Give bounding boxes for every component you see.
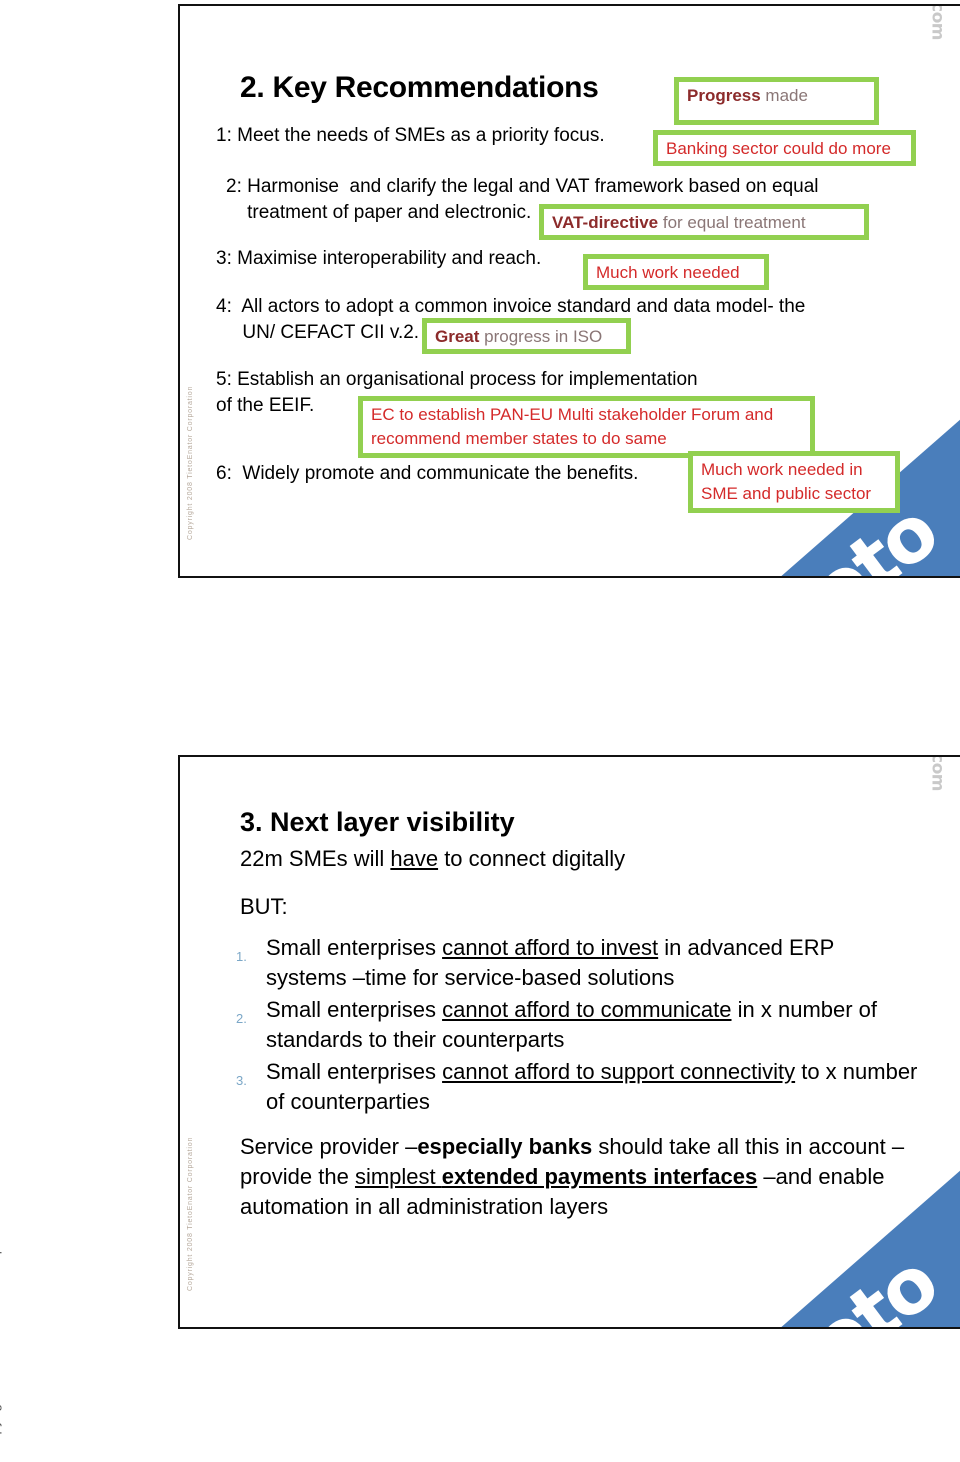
closing-underline-simplest: simplest	[354, 1164, 442, 1189]
list-item-number: 2.	[236, 1011, 247, 1026]
slide-key-recommendations: tieto tieto.com Copyright 2008 TietoEnat…	[178, 4, 960, 578]
callout-ec-forum: EC to establish PAN-EU Multi stakeholder…	[358, 396, 815, 458]
callout-banking-sector: Banking sector could do more	[653, 130, 916, 166]
list-item-pre: Small enterprises	[266, 1059, 443, 1084]
slide2-title: 3. Next layer visibility	[240, 807, 515, 837]
page-copyright-vertical: Copyright 2008 TietoEnator Corporation	[0, 1203, 2, 1452]
callout-iso-strong: Great	[435, 327, 480, 346]
list-item-number: 1.	[236, 949, 247, 964]
callout-much-work-needed: Much work needed	[583, 254, 769, 290]
list-item: 2. Small enterprises cannot afford to com…	[230, 995, 920, 1055]
recommendation-6: 6: Widely promote and communicate the be…	[216, 463, 639, 484]
callout-vat-soft: for equal treatment	[658, 213, 806, 232]
closing-bold-banks: especially banks	[417, 1134, 593, 1159]
slide-next-layer-visibility: tieto tieto.com Copyright 2008 TietoEnat…	[178, 755, 960, 1329]
list-item: 3. Small enterprises cannot afford to sup…	[230, 1057, 920, 1117]
slide2-numbered-list: 1. Small enterprises cannot afford to inv…	[230, 933, 920, 1119]
subtitle-underlined: have	[390, 846, 439, 871]
list-item-underline: cannot afford to support connectivity	[442, 1059, 796, 1084]
list-item-pre: Small enterprises	[266, 935, 443, 960]
callout-progress-strong: Progress	[687, 86, 761, 105]
callout-sme-public-sector: Much work needed in SME and public secto…	[688, 451, 900, 513]
callout-progress-soft: made	[760, 86, 808, 105]
but-label: BUT:	[240, 894, 288, 919]
slide2-closing-paragraph: Service provider –especially banks shoul…	[240, 1132, 940, 1222]
subtitle-part-a: 22m SMEs will	[240, 846, 391, 871]
callout-great-progress-iso: Great progress in ISO	[422, 318, 631, 354]
recommendation-3: 3: Maximise interoperability and reach.	[216, 248, 542, 269]
slide1-title: 2. Key Recommendations	[240, 71, 599, 104]
list-item-underline: cannot afford to communicate	[442, 997, 732, 1022]
callout-vat-strong: VAT-directive	[552, 213, 659, 232]
callout-iso-soft: progress in ISO	[479, 327, 603, 346]
subtitle-part-b: to connect digitally	[438, 846, 626, 871]
callout-progress-made: Progress made	[674, 77, 879, 125]
list-item: 1. Small enterprises cannot afford to inv…	[230, 933, 920, 993]
slide2-subtitle: 22m SMEs will have to connect digitally	[240, 846, 625, 872]
recommendation-1: 1: Meet the needs of SMEs as a priority …	[216, 125, 605, 146]
closing-underline-bold-interfaces: extended payments interfaces	[441, 1164, 758, 1189]
closing-part-1: Service provider –	[240, 1134, 418, 1159]
slide2-body: 3. Next layer visibility 22m SMEs will h…	[180, 757, 960, 1327]
callout-vat-directive: VAT-directive for equal treatment	[539, 204, 869, 240]
list-item-underline: cannot afford to invest	[442, 935, 659, 960]
list-item-number: 3.	[236, 1073, 247, 1088]
list-item-pre: Small enterprises	[266, 997, 443, 1022]
slide1-body: 2. Key Recommendations 1: Meet the needs…	[180, 6, 960, 576]
